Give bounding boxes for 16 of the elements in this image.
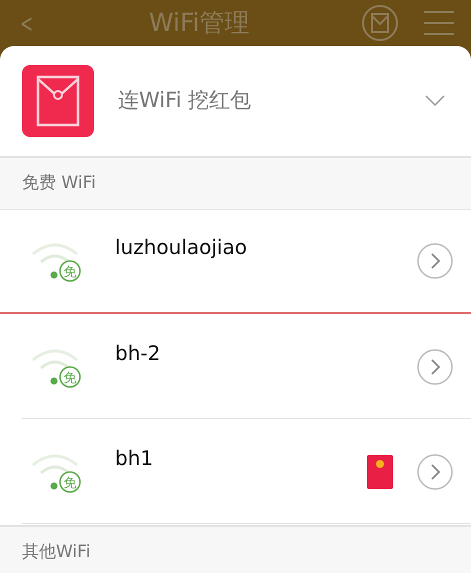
network-name: bh1 [115,444,154,472]
envelope-icon[interactable] [361,4,399,42]
network-name: luzhoulaojiao [115,234,247,261]
chevron-right-icon[interactable] [417,348,453,384]
chevron-down-icon[interactable] [425,95,445,107]
chevron-right-icon[interactable] [417,454,453,490]
network-name: bh-2 [115,340,160,366]
section-header: 免费 WiFi [0,156,471,210]
chevron-right-icon[interactable] [417,243,453,279]
back-button[interactable]: < [20,4,34,42]
banner-text: 连WiFi 挖红包 [118,87,252,114]
envelope-icon [367,454,393,488]
screen-title: WiFi管理 [148,7,250,40]
menu-icon[interactable] [423,9,455,37]
section-header: 其他WiFi [0,525,471,573]
envelope-logo-icon [22,65,94,137]
